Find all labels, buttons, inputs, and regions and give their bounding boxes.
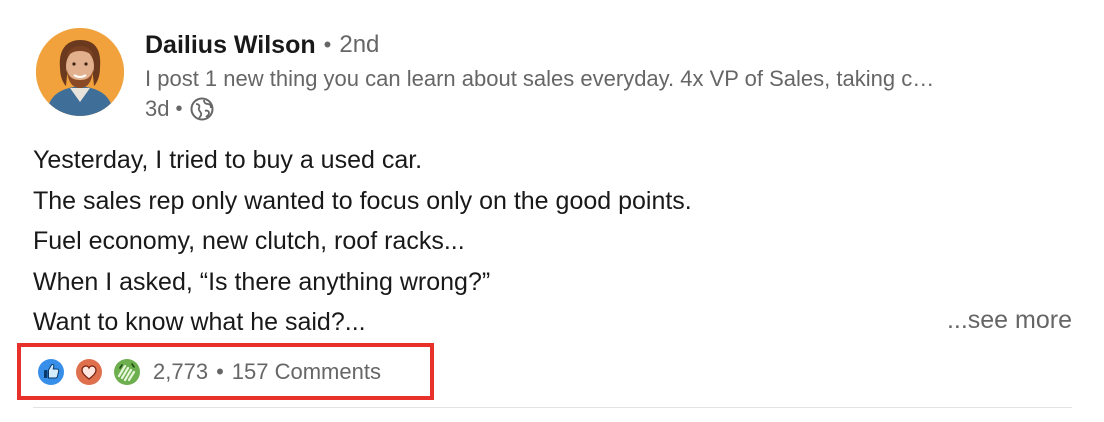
author-avatar[interactable] (36, 28, 124, 116)
social-counts: 2,773 • 157 Comments (153, 359, 381, 385)
post-body: Yesterday, I tried to buy a used car. Th… (33, 140, 1073, 343)
post-line: Yesterday, I tried to buy a used car. (33, 146, 423, 174)
counts-separator: • (216, 358, 224, 384)
feed-post: Dailius Wilson • 2nd I post 1 new thing … (0, 0, 1104, 422)
author-name-row: Dailius Wilson • 2nd (145, 28, 379, 62)
comments-count-link[interactable]: 157 Comments (232, 359, 381, 385)
social-counts-bar: 2,773 • 157 Comments (17, 343, 434, 400)
celebrate-icon (111, 355, 143, 388)
post-meta: 3d • (145, 94, 215, 124)
see-more-button[interactable]: ...see more (947, 300, 1072, 340)
post-time: 3d (145, 96, 170, 121)
author-name[interactable]: Dailius Wilson (145, 31, 316, 60)
love-icon (73, 355, 105, 388)
post-line: Want to know what he said?... (33, 308, 366, 336)
reaction-count[interactable]: 2,773 (153, 359, 208, 385)
post-line: Fuel economy, new clutch, roof racks... (33, 227, 465, 255)
globe-icon (189, 96, 215, 122)
name-separator: • (323, 32, 332, 57)
author-headline: I post 1 new thing you can learn about s… (145, 66, 935, 91)
reaction-icons[interactable] (35, 355, 149, 388)
connection-degree: 2nd (339, 31, 380, 58)
post-line: When I asked, “Is there anything wrong?” (33, 267, 491, 296)
post-line: The sales rep only wanted to focus only … (33, 186, 692, 215)
like-icon (35, 355, 67, 388)
post-divider (33, 407, 1072, 408)
meta-separator: • (175, 97, 183, 120)
